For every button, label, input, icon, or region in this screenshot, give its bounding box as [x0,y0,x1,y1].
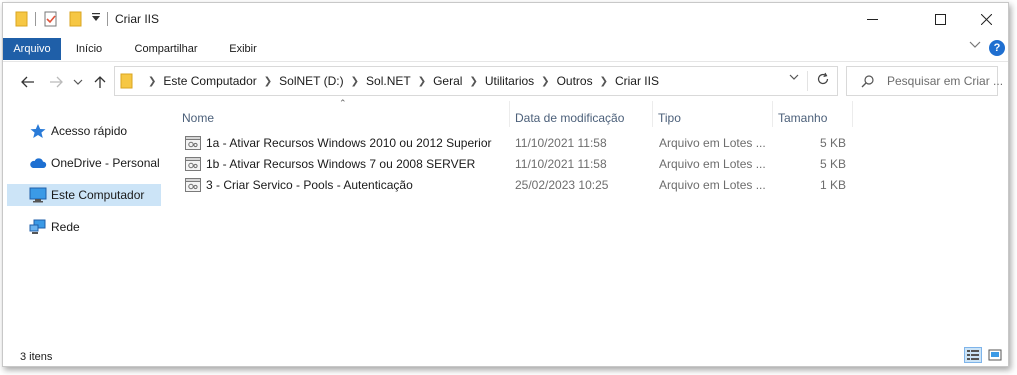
file-name: 1a - Ativar Recursos Windows 2010 ou 201… [206,136,492,150]
navigation-pane: Acesso rápido OneDrive - Personal Este C… [3,103,166,348]
sidebar-item-label: OneDrive - Personal [51,156,160,170]
new-folder-icon[interactable] [69,11,83,27]
sidebar-item-label: Este Computador [51,188,145,202]
details-view-icon [967,350,979,360]
properties-icon[interactable] [43,11,59,27]
help-icon[interactable]: ? [989,40,1005,56]
crumb-criar-iis[interactable]: Criar IIS [615,74,659,88]
column-header-name[interactable]: Nome [176,106,508,130]
table-row[interactable]: 3 - Criar Servico - Pools - Autenticação… [179,175,849,196]
large-icons-view-button[interactable] [986,347,1004,363]
file-type: Arquivo em Lotes ... [659,136,766,150]
item-count: 3 itens [20,351,53,363]
cloud-icon [30,158,47,168]
forward-button[interactable] [45,69,67,95]
arrow-right-icon [50,76,63,88]
file-name: 1b - Ativar Recursos Windows 7 ou 2008 S… [206,157,476,171]
file-type: Arquivo em Lotes ... [659,157,766,171]
customize-qa-icon[interactable] [91,11,101,23]
table-row[interactable]: 1a - Ativar Recursos Windows 2010 ou 201… [179,133,849,154]
sidebar-item-rede[interactable]: Rede [7,216,161,238]
file-type: Arquivo em Lotes ... [659,178,766,192]
ribbon-tabs: Arquivo Início Compartilhar Exibir ? [3,38,1008,61]
breadcrumb: ❯ Este Computador ❯ SolNET (D:) ❯ Sol.NE… [141,67,659,95]
close-button[interactable] [963,3,1008,35]
folder-icon [15,11,29,27]
large-icons-view-icon [988,349,1002,361]
crumb-este-computador[interactable]: Este Computador [163,74,256,88]
address-bar[interactable]: ❯ Este Computador ❯ SolNET (D:) ❯ Sol.NE… [114,66,838,96]
crumb-sol-net[interactable]: Sol.NET [366,74,411,88]
folder-icon [120,73,134,92]
tab-compartilhar[interactable]: Compartilhar [127,38,205,60]
file-name: 3 - Criar Servico - Pools - Autenticação [206,178,413,192]
minimize-icon [866,18,878,20]
crumb-utilitarios[interactable]: Utilitarios [485,74,534,88]
crumb-outros[interactable]: Outros [557,74,593,88]
chevron-down-icon [73,79,83,85]
up-button[interactable] [89,69,111,95]
column-header-size[interactable]: Tamanho [772,106,852,130]
arrow-up-icon [94,76,106,88]
maximize-button[interactable] [917,3,963,35]
sidebar-item-onedrive[interactable]: OneDrive - Personal [7,152,161,174]
chevron-right-icon[interactable]: ❯ [469,76,477,87]
sidebar-item-este-computador[interactable]: Este Computador [7,184,161,206]
file-size: 1 KB [819,178,846,192]
refresh-button[interactable] [816,72,830,89]
search-box[interactable]: Pesquisar em Criar ... [846,66,1003,96]
star-icon [30,124,46,138]
explorer-window: Criar IIS Arquivo Início Compartilhar Ex… [2,2,1009,367]
tab-exibir[interactable]: Exibir [221,38,265,60]
chevron-down-icon [789,74,799,80]
sidebar-item-label: Acesso rápido [51,124,128,138]
chevron-right-icon[interactable]: ❯ [600,76,608,87]
address-dropdown-button[interactable] [789,73,799,84]
network-icon [29,219,46,234]
tab-arquivo[interactable]: Arquivo [3,38,61,60]
expand-ribbon-icon[interactable] [969,41,981,52]
recent-locations-button[interactable] [67,69,89,95]
back-button[interactable] [17,69,39,95]
batch-file-icon [185,136,201,150]
table-row[interactable]: 1b - Ativar Recursos Windows 7 ou 2008 S… [179,154,849,175]
computer-icon [29,187,47,203]
search-input[interactable]: Pesquisar em Criar ... [887,74,1003,88]
chevron-right-icon[interactable]: ❯ [264,76,272,87]
crumb-solnet[interactable]: SolNET (D:) [279,74,343,88]
details-view-button[interactable] [964,347,982,363]
file-size: 5 KB [819,157,846,171]
chevron-right-icon[interactable]: ❯ [148,76,156,87]
file-date: 11/10/2021 11:58 [515,136,607,150]
file-date: 11/10/2021 11:58 [515,157,607,171]
title-bar: Criar IIS [3,3,1008,35]
search-icon [861,75,874,88]
arrow-left-icon [21,76,34,88]
file-size: 5 KB [819,136,846,150]
refresh-icon [817,72,829,85]
sidebar-item-acesso-rapido[interactable]: Acesso rápido [7,120,161,142]
column-header-type[interactable]: Tipo [652,106,772,130]
tab-inicio[interactable]: Início [67,38,111,60]
file-date: 25/02/2023 10:25 [515,178,609,192]
batch-file-icon [185,157,201,171]
column-header-date[interactable]: Data de modificação [509,106,652,130]
chevron-right-icon[interactable]: ❯ [351,76,359,87]
maximize-icon [934,13,946,25]
crumb-geral[interactable]: Geral [433,74,462,88]
sidebar-item-label: Rede [51,220,80,234]
window-title: Criar IIS [115,12,160,26]
chevron-right-icon[interactable]: ❯ [418,76,426,87]
close-icon [980,13,992,25]
minimize-button[interactable] [849,3,895,35]
batch-file-icon [185,178,201,192]
chevron-right-icon[interactable]: ❯ [541,76,549,87]
